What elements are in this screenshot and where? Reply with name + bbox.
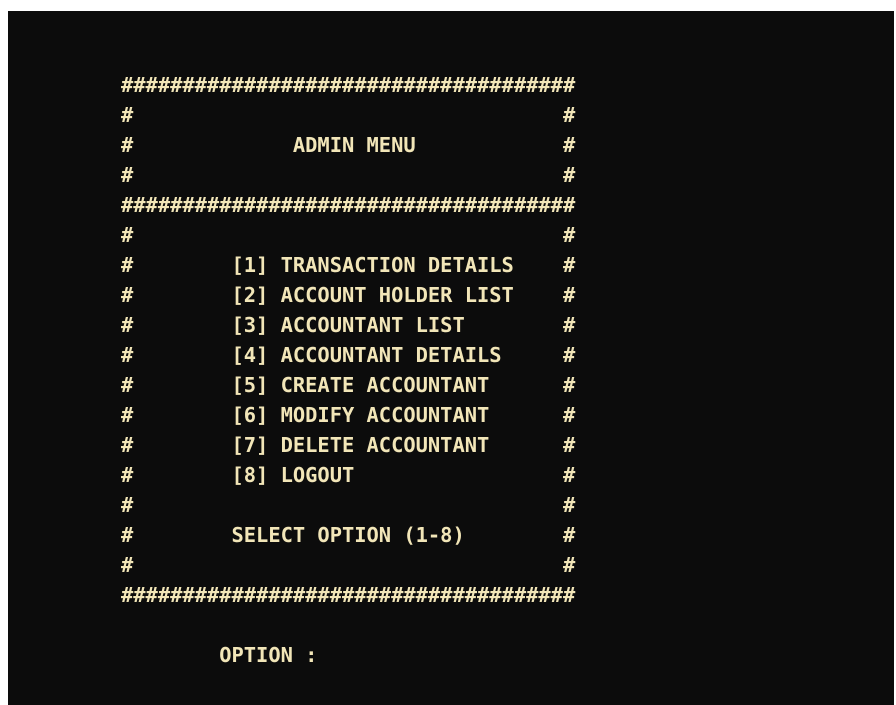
border-bottom: ##################################### — [121, 583, 576, 607]
border-side-line: # # — [121, 103, 576, 127]
menu-option-7: # [7] DELETE ACCOUNTANT # — [121, 433, 576, 457]
menu-option-1: # [1] TRANSACTION DETAILS # — [121, 253, 576, 277]
menu-option-2: # [2] ACCOUNT HOLDER LIST # — [121, 283, 576, 307]
select-option-prompt: # SELECT OPTION (1-8) # — [121, 523, 576, 547]
menu-option-3: # [3] ACCOUNTANT LIST # — [121, 313, 576, 337]
menu-option-5: # [5] CREATE ACCOUNTANT # — [121, 373, 576, 397]
border-side-line: # # — [121, 493, 576, 517]
menu-option-4: # [4] ACCOUNTANT DETAILS # — [121, 343, 576, 367]
border-side-line: # # — [121, 163, 576, 187]
border-divider: ##################################### — [121, 193, 576, 217]
menu-option-6: # [6] MODIFY ACCOUNTANT # — [121, 403, 576, 427]
option-input-prompt[interactable]: OPTION : — [121, 640, 330, 670]
border-side-line: # # — [121, 553, 576, 577]
border-top: ##################################### — [121, 73, 576, 97]
menu-option-8: # [8] LOGOUT # — [121, 463, 576, 487]
border-side-line: # # — [121, 223, 576, 247]
menu-title: # ADMIN MENU # — [121, 133, 576, 157]
console-window[interactable]: ##################################### # … — [8, 11, 894, 705]
